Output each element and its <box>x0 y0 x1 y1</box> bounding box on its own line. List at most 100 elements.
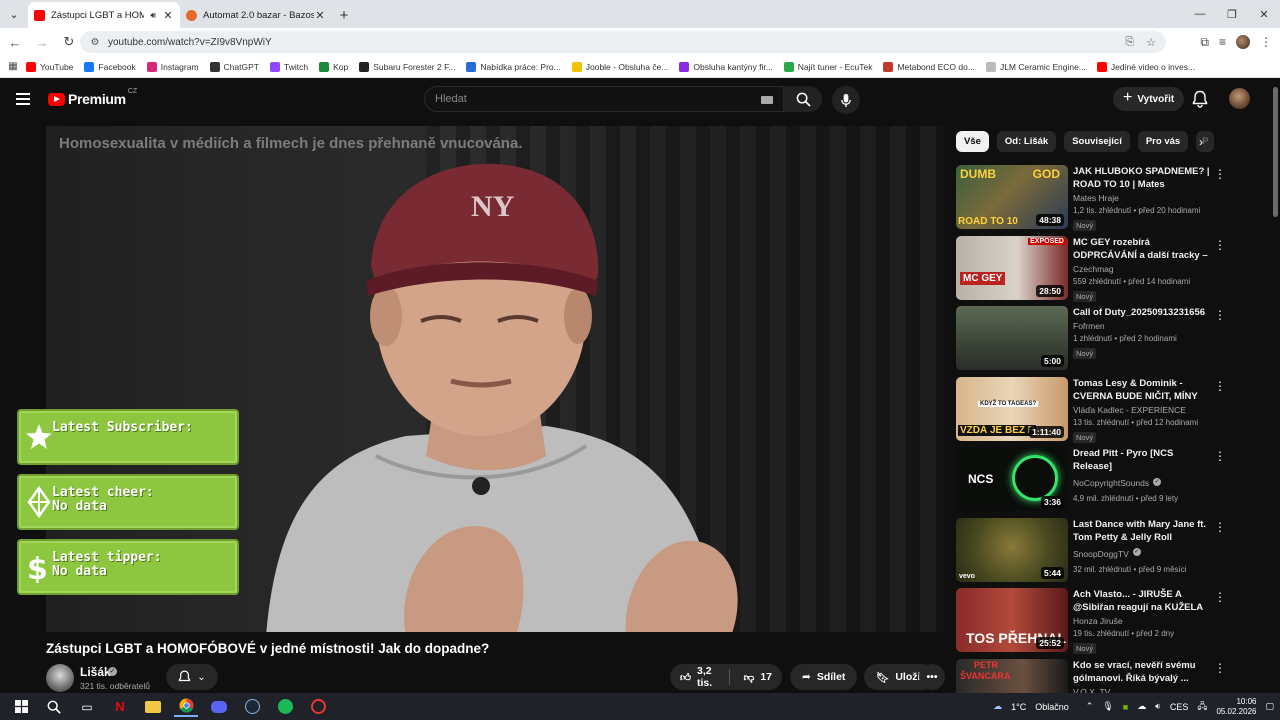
spotify-icon[interactable] <box>273 697 297 717</box>
more-vertical-icon[interactable]: ⋮ <box>1214 449 1226 463</box>
video-thumbnail[interactable]: vevo 5:44 <box>956 517 1068 582</box>
chip-from-channel[interactable]: Od: Lišák <box>996 131 1057 152</box>
video-thumbnail[interactable]: EXPOSED MC GEY 28:50 <box>956 235 1068 300</box>
bookmark-item[interactable]: Facebook <box>84 61 136 72</box>
share-button[interactable]: ➦ Sdílet <box>790 664 858 690</box>
more-vertical-icon[interactable]: ⋮ <box>1214 661 1226 675</box>
discord-icon[interactable] <box>207 697 231 717</box>
site-info-icon[interactable]: ⚙ <box>86 37 104 48</box>
more-vertical-icon[interactable]: ⋮ <box>1214 308 1226 322</box>
bookmark-item[interactable]: Najít tuner - EcuTek <box>783 61 872 72</box>
app-icon[interactable] <box>306 697 330 717</box>
video-thumbnail[interactable]: DUMB GOD ROAD TO 10 48:38 <box>956 165 1068 229</box>
recommended-video[interactable]: KDYŽ TO TAGEAS? VZDÁ JE BEZ P 1:11:40 Tomas… <box>956 376 1226 443</box>
url-input[interactable]: ⚙ youtube.com/watch?v=ZI9v8VnpWiY ⎘ ☆ <box>80 31 1166 53</box>
tray-chevron-up-icon[interactable]: ⌃ <box>1086 701 1094 712</box>
recommended-video[interactable]: PETR ŠVANCARA Kdo se vrací, nevěří svému g… <box>956 658 1226 693</box>
close-tab-icon[interactable]: ✕ <box>314 9 326 22</box>
notification-subscribe-button[interactable]: ⌄ <box>166 664 218 690</box>
tab-bazos[interactable]: Automat 2.0 bazar - Bazos.cz ✕ <box>180 2 332 28</box>
video-thumbnail[interactable]: KDYŽ TO TAGEAS? VZDÁ JE BEZ P 1:11:40 <box>956 376 1068 441</box>
video-title[interactable]: MC GEY rozebírá ODPRCÁVÁNÍ a další track… <box>1073 236 1211 262</box>
more-vertical-icon[interactable]: ⋮ <box>1214 167 1226 181</box>
weather-cloud-icon[interactable]: ☁ <box>993 701 1002 712</box>
notifications-button[interactable] <box>1192 90 1208 113</box>
new-tab-button[interactable]: + <box>332 2 356 28</box>
bookmark-item[interactable]: Jediné video o inves... <box>1096 61 1195 72</box>
nvidia-tray-icon[interactable]: ■ <box>1123 702 1128 712</box>
microphone-tray-icon[interactable]: 🎙︎ <box>1102 701 1113 712</box>
search-icon[interactable] <box>42 697 66 717</box>
back-icon[interactable]: ← <box>3 30 27 54</box>
bookmark-item[interactable]: Nabídka práce: Pro... <box>466 61 561 72</box>
onedrive-icon[interactable]: ☁ <box>1137 701 1146 712</box>
bookmark-item[interactable]: JLM Ceramic Engine... <box>985 61 1086 72</box>
youtube-premium-logo[interactable]: Premium CZ <box>48 88 137 107</box>
minimize-icon[interactable]: — <box>1184 0 1216 28</box>
keyboard-icon[interactable] <box>761 96 773 104</box>
bookmark-item[interactable]: YouTube <box>26 61 73 72</box>
chip-for-you[interactable]: Pro vás <box>1137 131 1189 152</box>
bookmark-item[interactable]: Obsluha kantýny fir... <box>679 61 773 72</box>
reload-icon[interactable]: ↻ <box>57 30 81 54</box>
bookmark-item[interactable]: ChatGPT <box>209 61 259 72</box>
tab-youtube[interactable]: Zástupci LGBT a HOMOFÓBOVÉ 🔊︎ ✕ <box>28 2 180 28</box>
profile-avatar[interactable] <box>1236 35 1250 49</box>
chip-related[interactable]: Související <box>1064 131 1130 152</box>
video-title[interactable]: Dread Pitt - Pyro [NCS Release] <box>1073 447 1211 473</box>
like-button[interactable]: 👍︎ 3,2 tis. <box>680 665 715 689</box>
bookmark-item[interactable]: Kop <box>319 61 348 72</box>
network-icon[interactable]: 🖧︎ <box>1197 699 1207 715</box>
close-window-icon[interactable]: ✕ <box>1248 0 1280 28</box>
more-actions-button[interactable]: ••• <box>919 664 945 690</box>
account-avatar[interactable] <box>1229 88 1250 109</box>
hamburger-menu-icon[interactable] <box>16 93 30 105</box>
channel-avatar[interactable] <box>46 664 74 692</box>
language-indicator[interactable]: CES <box>1170 702 1189 712</box>
weather-text[interactable]: Oblačno <box>1035 702 1069 712</box>
clock[interactable]: 10:06 05.02.2026 <box>1216 697 1256 717</box>
video-title[interactable]: Tomas Lesy & Dominik - CVERNA BUDE NIČIT… <box>1073 377 1211 403</box>
windows-start-icon[interactable] <box>9 697 33 717</box>
channel-name[interactable]: Lišák <box>80 665 111 679</box>
steam-icon[interactable] <box>240 697 264 717</box>
close-tab-icon[interactable]: ✕ <box>162 9 174 22</box>
create-button[interactable]: + Vytvořit <box>1113 87 1185 111</box>
recommended-video[interactable]: TOS PŘEHNAL 25:52 Ach Vlasto... - JIRUŠE A… <box>956 588 1226 654</box>
netflix-icon[interactable]: N <box>108 697 132 717</box>
video-thumbnail[interactable]: PETR ŠVANCARA <box>956 658 1068 693</box>
video-title[interactable]: Kdo se vrací, nevěří svému gólmanovi. Ří… <box>1073 659 1211 685</box>
bookmark-star-icon[interactable]: ☆ <box>1146 36 1156 49</box>
bookmark-item[interactable]: Instagram <box>146 61 199 72</box>
forward-icon[interactable]: → <box>30 30 54 54</box>
bookmark-item[interactable]: Jooble - Obsluha če... <box>571 61 668 72</box>
more-vertical-icon[interactable]: ⋮ <box>1214 520 1226 534</box>
apps-grid-icon[interactable]: ▦ <box>0 61 26 72</box>
extensions-icon[interactable]: ⧉ <box>1200 35 1209 50</box>
speaker-icon[interactable]: 🔉︎ <box>1155 701 1161 712</box>
more-vertical-icon[interactable]: ⋮ <box>1214 590 1226 604</box>
chrome-icon[interactable] <box>174 697 198 717</box>
recommended-video[interactable]: EXPOSED MC GEY 28:50 MC GEY rozebírá ODPRCÁ… <box>956 235 1226 302</box>
video-title[interactable]: JAK HLUBOKO SPADNEME? | ROAD TO 10 | Mat… <box>1073 165 1211 191</box>
restore-icon[interactable]: ❐ <box>1216 0 1248 28</box>
dislike-button[interactable]: 👎︎ 17 <box>744 671 772 684</box>
page-scrollbar[interactable] <box>1273 87 1278 217</box>
video-title[interactable]: Last Dance with Mary Jane ft. Tom Petty … <box>1073 518 1211 544</box>
video-thumbnail[interactable]: NCS 3:36 <box>956 447 1068 511</box>
search-input[interactable]: Hledat <box>424 86 784 112</box>
recommended-video[interactable]: 5:00 Call of Duty_20250913231656 Fofrmen 1 … <box>956 306 1226 370</box>
video-title[interactable]: Ach Vlasto... - JIRUŠE A @Sibiřan reaguj… <box>1073 588 1211 614</box>
more-vertical-icon[interactable]: ⋮ <box>1214 379 1226 393</box>
video-title[interactable]: Call of Duty_20250913231656 <box>1073 306 1211 319</box>
recommended-video[interactable]: NCS 3:36 Dread Pitt - Pyro [NCS Release] No… <box>956 447 1226 511</box>
chip-all[interactable]: Vše <box>956 131 989 152</box>
notification-center-icon[interactable]: ▢ <box>1265 701 1274 712</box>
bookmark-item[interactable]: Twitch <box>269 61 308 72</box>
more-vertical-icon[interactable]: ⋮ <box>1214 238 1226 252</box>
bookmark-item[interactable]: Metabond ECO do... <box>883 61 975 72</box>
task-view-icon[interactable]: ▭ <box>75 697 99 717</box>
bookmark-item[interactable]: Subaru Forester 2 F... <box>359 61 455 72</box>
recommended-video[interactable]: DUMB GOD ROAD TO 10 48:38 JAK HLUBOKO SPADNE… <box>956 165 1226 231</box>
browser-menu-icon[interactable]: ⋮ <box>1260 35 1272 49</box>
